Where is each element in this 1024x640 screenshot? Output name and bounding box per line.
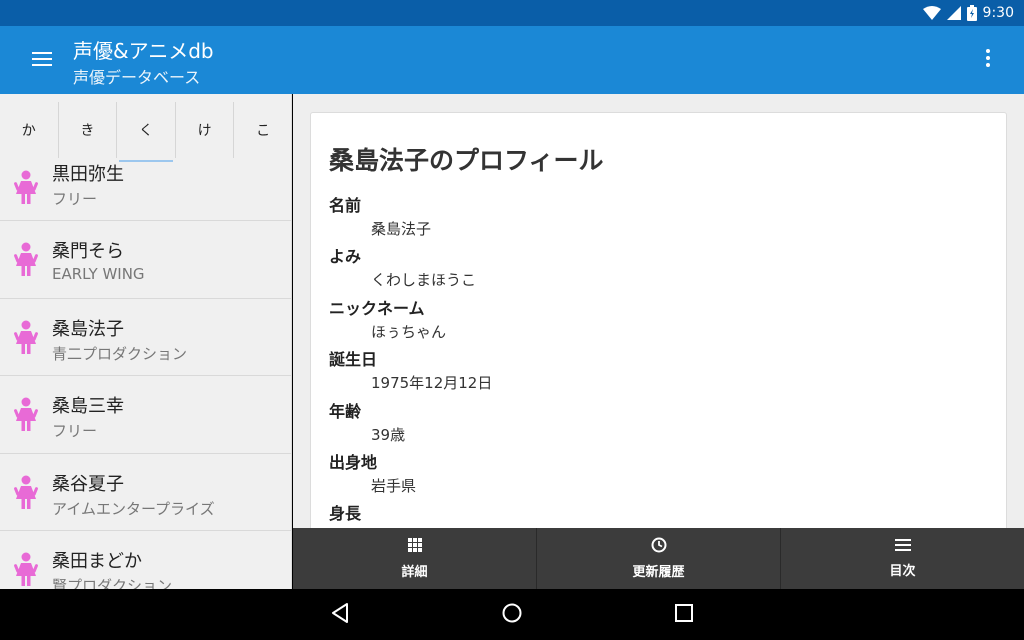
list-item[interactable]: 桑島三幸 フリー xyxy=(0,376,291,454)
kana-tab-ku[interactable]: く xyxy=(116,102,175,162)
field-label: 誕生日 xyxy=(329,350,378,370)
field-label: ニックネーム xyxy=(329,298,425,318)
female-icon xyxy=(14,552,38,587)
wifi-icon xyxy=(922,6,941,20)
field-value: ほぅちゃん xyxy=(371,322,447,341)
detail-button[interactable]: 詳細 xyxy=(293,528,536,589)
table-of-contents-button[interactable]: 目次 xyxy=(780,528,1024,589)
actor-agency: 青二プロダクション xyxy=(52,344,188,363)
grid-icon xyxy=(407,537,423,561)
kana-tab-ki[interactable]: き xyxy=(57,102,117,158)
actor-list: 黒田弥生 フリー 桑門そら EARLY WING 桑島法子 青二プロダクション … xyxy=(0,154,291,589)
kana-tab-ko[interactable]: こ xyxy=(233,102,291,158)
home-button[interactable] xyxy=(498,601,526,629)
profile-pane: 桑島法子のプロフィール 名前 桑島法子 よみ くわしまほうこ ニックネーム ほぅ… xyxy=(293,94,1024,528)
profile-field-birthplace: 出身地 岩手県 xyxy=(329,452,492,503)
female-icon xyxy=(14,475,38,509)
back-triangle-icon xyxy=(331,603,349,627)
app-title: 声優&アニメdb xyxy=(73,39,214,63)
clock-time: 9:30 xyxy=(982,5,1014,21)
profile-field-birthday: 誕生日 1975年12月12日 xyxy=(329,349,492,400)
kana-tabs: か き く け こ xyxy=(0,102,291,162)
profile-field-height: 身長 156 xyxy=(329,503,492,528)
field-value: 桑島法子 xyxy=(371,220,432,238)
app-bar: 声優&アニメdb 声優データベース xyxy=(0,26,1024,94)
list-icon xyxy=(894,538,911,560)
field-label: 身長 xyxy=(329,504,362,524)
list-item[interactable]: 桑門そら EARLY WING xyxy=(0,221,291,299)
table-of-contents-label: 目次 xyxy=(889,564,916,579)
actor-name: 桑島三幸 xyxy=(52,396,124,417)
profile-card: 桑島法子のプロフィール 名前 桑島法子 よみ くわしまほうこ ニックネーム ほぅ… xyxy=(310,112,1007,528)
profile-field-name: 名前 桑島法子 xyxy=(329,195,492,246)
actor-agency: アイムエンタープライズ xyxy=(52,499,215,518)
profile-field-age: 年齢 39歳 xyxy=(329,401,492,452)
field-label: 年齢 xyxy=(329,401,362,421)
profile-fields: 名前 桑島法子 よみ くわしまほうこ ニックネーム ほぅちゃん 誕生日 1975… xyxy=(329,195,492,528)
female-icon xyxy=(14,170,38,204)
clock-icon xyxy=(651,537,667,561)
actor-name: 桑門そら xyxy=(52,241,124,262)
recents-button[interactable] xyxy=(670,601,698,629)
battery-charging-icon xyxy=(966,5,977,21)
female-icon xyxy=(14,397,38,432)
system-nav-bar xyxy=(0,589,1024,640)
home-circle-icon xyxy=(502,603,522,627)
list-item[interactable]: 桑田まどか 賢プロダクション xyxy=(0,531,291,589)
actor-name: 桑島法子 xyxy=(52,318,124,340)
profile-field-reading: よみ くわしまほうこ xyxy=(329,246,492,297)
profile-title: 桑島法子のプロフィール xyxy=(329,146,604,175)
field-value: 岩手県 xyxy=(371,476,417,495)
field-label: 出身地 xyxy=(329,452,378,472)
actor-agency: フリー xyxy=(52,422,98,440)
detail-label: 詳細 xyxy=(401,565,428,580)
back-button[interactable] xyxy=(326,601,354,629)
list-item[interactable]: 桑谷夏子 アイムエンタープライズ xyxy=(0,454,291,531)
field-label: 名前 xyxy=(329,196,362,215)
kana-tab-ke[interactable]: け xyxy=(174,102,234,158)
list-item[interactable]: 黒田弥生 フリー xyxy=(0,154,291,221)
actor-agency: EARLY WING xyxy=(52,265,145,283)
actor-name: 桑田まどか xyxy=(52,551,142,572)
female-icon xyxy=(14,320,38,354)
field-value: くわしまほうこ xyxy=(371,271,477,290)
more-vertical-icon xyxy=(986,49,990,71)
update-history-button[interactable]: 更新履歴 xyxy=(536,528,780,589)
status-bar: 9:30 xyxy=(0,0,1024,26)
actor-list-pane: か き く け こ 黒田弥生 フリー 桑門そら EARLY WING 桑島法子 … xyxy=(0,94,292,589)
hamburger-menu-icon xyxy=(32,51,52,71)
recents-square-icon xyxy=(675,604,693,626)
female-icon xyxy=(14,242,38,277)
field-value: 1975年12月12日 xyxy=(371,374,493,393)
field-value: 39歳 xyxy=(371,425,406,444)
field-label: よみ xyxy=(329,247,362,267)
menu-button[interactable] xyxy=(20,47,64,75)
actor-agency: フリー xyxy=(52,190,98,208)
actor-name: 黒田弥生 xyxy=(52,164,124,185)
cell-signal-icon xyxy=(946,6,961,20)
app-subtitle: 声優データベース xyxy=(73,68,201,87)
actor-name: 桑谷夏子 xyxy=(52,473,124,495)
actor-agency: 賢プロダクション xyxy=(52,577,173,589)
kana-tab-ka[interactable]: か xyxy=(0,102,58,158)
profile-field-nickname: ニックネーム ほぅちゃん xyxy=(329,298,492,349)
overflow-menu-button[interactable] xyxy=(976,46,1000,74)
list-item[interactable]: 桑島法子 青二プロダクション xyxy=(0,299,291,376)
update-history-label: 更新履歴 xyxy=(632,565,685,580)
bottom-toolbar: 詳細 更新履歴 目次 xyxy=(293,528,1024,589)
